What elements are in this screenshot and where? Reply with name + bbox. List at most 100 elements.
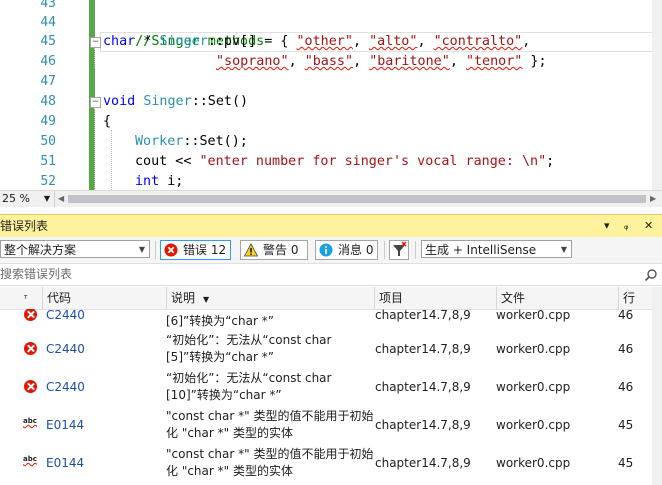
table-row[interactable]: abc E0144 "const char *" 类型的值不能用于初始 化 "c…	[0, 445, 662, 483]
error-project: chapter14.7,8,9	[375, 309, 471, 322]
error-file: worker0.cpp	[496, 342, 571, 356]
error-description: 化 "char *" 类型的实体	[166, 426, 293, 440]
code-line-49[interactable]: {	[103, 112, 111, 132]
panel-title: 错误列表	[0, 219, 49, 233]
sort-down-icon: ▼	[203, 295, 210, 304]
horizontal-scrollbar-thumb[interactable]	[68, 195, 646, 203]
table-row[interactable]: C2440 [6]”转换为“char *” chapter14.7,8,9 wo…	[0, 309, 662, 329]
error-code[interactable]: E0144	[46, 455, 84, 471]
fold-guide	[94, 108, 95, 190]
scope-select[interactable]: 整个解决方案 ▼	[0, 240, 150, 258]
error-project: chapter14.7,8,9	[375, 456, 471, 470]
error-list-rows: C2440 [6]”转换为“char *” chapter14.7,8,9 wo…	[0, 309, 662, 485]
error-list-column-header: ᵀ 代码 说明 ▼ 项目 文件 行	[0, 287, 662, 310]
line-number: 45	[40, 34, 56, 49]
zoom-combo[interactable]: 25 % ▼	[0, 191, 55, 207]
error-description: [10]”转换为“char *”	[166, 388, 282, 402]
error-project: chapter14.7,8,9	[375, 418, 471, 432]
error-file: worker0.cpp	[496, 418, 571, 432]
line-number: 43	[40, 0, 56, 11]
editor-vertical-scrollbar[interactable]	[652, 0, 662, 190]
line-number: 46	[40, 54, 56, 69]
column-file[interactable]: 文件	[496, 287, 618, 309]
collapse-icon[interactable]: −	[90, 37, 101, 48]
error-code[interactable]: E0144	[46, 417, 84, 433]
line-number: 49	[40, 114, 56, 129]
error-description: “初始化”：无法从“const char	[166, 333, 332, 347]
error-description: [5]”转换为“char *”	[166, 350, 274, 364]
error-project: chapter14.7,8,9	[375, 342, 471, 356]
column-project[interactable]: 项目	[374, 287, 496, 309]
close-icon[interactable]: ✕	[644, 215, 653, 237]
warnings-filter-button[interactable]: 警告 0	[240, 240, 308, 260]
fold-guide	[94, 48, 95, 68]
code-line-44[interactable]: //Singer methods	[103, 12, 264, 49]
error-file: worker0.cpp	[496, 380, 571, 394]
chevron-down-icon: ▼	[138, 245, 145, 254]
chevron-down-icon: ▼	[43, 194, 50, 203]
error-icon	[164, 243, 178, 257]
error-code[interactable]: C2440	[46, 309, 85, 323]
intellisense-abc-icon: abc	[23, 455, 37, 463]
code-editor[interactable]: 43 44 45 46 47 48 49 50 51 52 − − //Sing…	[0, 0, 662, 190]
table-row[interactable]: C2440 “初始化”：无法从“const char [5]”转换为“char …	[0, 331, 662, 369]
code-line-46[interactable]: "soprano", "bass", "baritone", "tenor" }…	[216, 52, 547, 72]
search-placeholder: 搜索错误列表	[0, 267, 73, 281]
column-icon-sort[interactable]: ᵀ	[20, 287, 42, 309]
error-list-vertical-scrollbar[interactable]	[652, 287, 662, 485]
collapse-icon[interactable]: −	[90, 97, 101, 108]
toolbar-separator	[384, 241, 385, 259]
search-error-list[interactable]: 搜索错误列表	[0, 264, 662, 286]
error-code[interactable]: C2440	[46, 379, 85, 395]
code-line-45[interactable]: char * Singer::pv[] = { "other", "alto",…	[103, 32, 530, 52]
error-line: 46	[618, 380, 634, 394]
error-file: worker0.cpp	[496, 309, 571, 322]
error-icon	[24, 342, 37, 355]
pin-icon[interactable]: ᵩ	[624, 215, 629, 237]
error-list-header: 错误列表 ▾ ᵩ ✕	[0, 214, 662, 237]
code-line-50[interactable]: Worker::Set();	[135, 132, 248, 152]
code-line-51[interactable]: cout << "enter number for singer's vocal…	[135, 152, 554, 172]
messages-filter-button[interactable]: 消息 0	[315, 240, 378, 260]
code-line-52[interactable]: int i;	[135, 172, 183, 190]
line-number: 52	[40, 174, 56, 189]
filter-icon	[393, 241, 407, 256]
scroll-left-icon[interactable]: ◀	[58, 194, 64, 203]
column-line[interactable]: 行	[618, 287, 652, 309]
toolbar-separator	[415, 241, 416, 259]
warning-icon	[243, 243, 259, 257]
scroll-right-icon[interactable]: ▶	[650, 194, 656, 203]
search-icon[interactable]	[644, 267, 658, 286]
error-description: 化 "char *" 类型的实体	[166, 464, 293, 478]
code-line-48[interactable]: void Singer::Set()	[103, 92, 248, 112]
error-description: "const char *" 类型的值不能用于初始	[166, 447, 374, 461]
error-description: [6]”转换为“char *”	[166, 314, 274, 328]
editor-status-bar: 25 % ▼ ◀ ▶	[0, 190, 662, 207]
error-line: 46	[618, 342, 634, 356]
table-row[interactable]: C2440 “初始化”：无法从“const char [10]”转换为“char…	[0, 369, 662, 407]
error-description: "const char *" 类型的值不能用于初始	[166, 409, 374, 423]
intellisense-abc-icon: abc	[23, 417, 37, 425]
error-code[interactable]: C2440	[46, 341, 85, 357]
column-code[interactable]: 代码	[42, 287, 166, 309]
errors-filter-button[interactable]: 错误 12	[160, 240, 231, 260]
indent-guide	[111, 130, 112, 190]
error-line: 45	[618, 418, 634, 432]
toolbar-separator	[155, 241, 156, 259]
filter-toggle-button[interactable]	[389, 240, 409, 260]
error-project: chapter14.7,8,9	[375, 380, 471, 394]
error-icon	[24, 380, 37, 393]
error-file: worker0.cpp	[496, 456, 571, 470]
line-number: 44	[40, 15, 56, 30]
table-row[interactable]: abc E0144 "const char *" 类型的值不能用于初始 化 "c…	[0, 407, 662, 445]
error-description: “初始化”：无法从“const char	[166, 371, 332, 385]
column-description[interactable]: 说明 ▼	[166, 287, 374, 309]
build-filter-select[interactable]: 生成 + IntelliSense ▼	[421, 240, 572, 258]
line-number: 50	[40, 134, 56, 149]
error-icon	[24, 309, 37, 321]
line-number: 51	[40, 154, 56, 169]
chevron-down-icon: ▼	[560, 245, 567, 254]
error-line: 45	[618, 456, 634, 470]
dropdown-icon[interactable]: ▾	[604, 215, 610, 237]
info-icon	[319, 243, 333, 257]
